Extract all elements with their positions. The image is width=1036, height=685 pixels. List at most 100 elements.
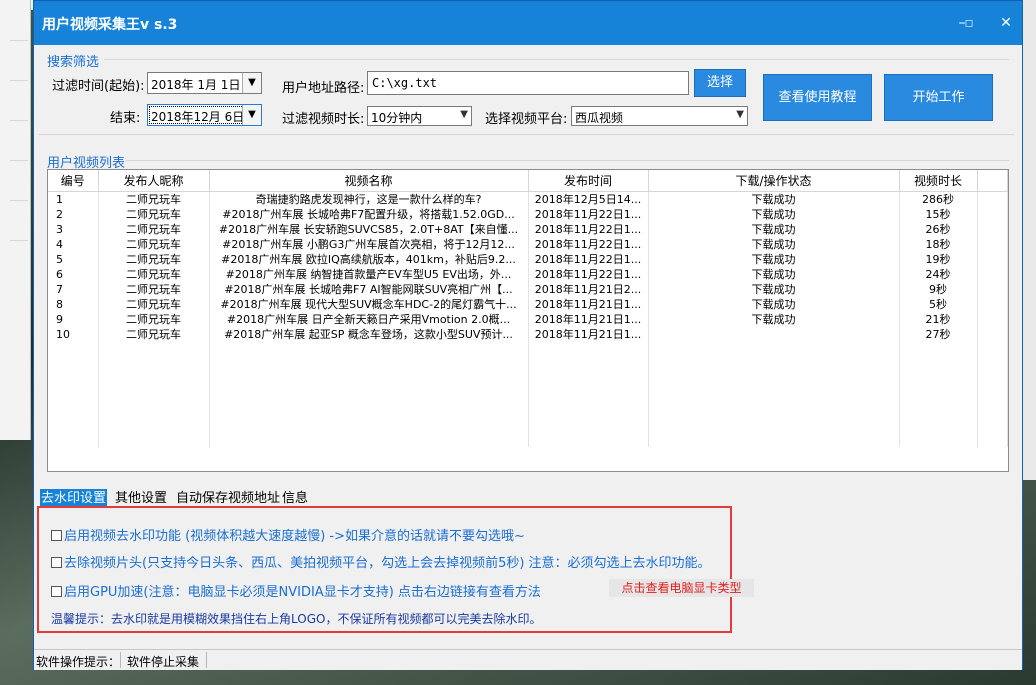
table-cell: 二师兄玩车 (98, 327, 210, 342)
select-path-button[interactable]: 选择 (694, 69, 746, 97)
platform-select[interactable]: 西瓜视频 ▼ (571, 106, 748, 126)
table-cell-empty (899, 372, 978, 387)
table-row[interactable]: 4 二师兄玩车 #2018广州车展 小鹏G3广州车展首次亮相，将于12月12... 2… (48, 237, 1008, 252)
empty-row (48, 342, 1008, 357)
table-row[interactable]: 8 二师兄玩车 #2018广州车展 现代大型SUV概念车HDC-2的尾灯霸气十...… (48, 297, 1008, 312)
empty-row (48, 402, 1008, 417)
table-cell: 9 (48, 312, 99, 327)
start-date-picker[interactable]: 2018年 1月 1日 ▼ (147, 72, 262, 94)
table-cell-empty (209, 432, 529, 447)
video-list-table[interactable]: 编号 发布人昵称 视频名称 发布时间 下载/操作状态 视频时长 1 二师兄玩车 奇瑞… (47, 169, 1009, 472)
table-cell: 2018年11月21日1... (528, 327, 649, 342)
table-cell-empty (528, 432, 649, 447)
table-cell-empty (48, 342, 99, 357)
table-row[interactable]: 5 二师兄玩车 #2018广州车展 欧拉IQ高续航版本，401km，补贴后9.2..… (48, 252, 1008, 267)
table-cell: 5 (48, 252, 99, 267)
table-cell-empty (648, 432, 900, 447)
chevron-down-icon: ▼ (460, 109, 468, 120)
list-group-divider (126, 160, 1009, 161)
option-remove-watermark[interactable]: 启用视频去水印功能 (视频体积越大速度越慢) ->如果介意的话就请不要勾选哦~ (51, 525, 525, 544)
duration-label: 过滤视频时长: (282, 112, 365, 127)
checkbox[interactable] (51, 557, 62, 568)
table-cell-empty (48, 417, 99, 432)
table-cell-empty (528, 372, 649, 387)
table-cell-empty (209, 402, 529, 417)
chevron-down-icon[interactable]: ▼ (242, 105, 261, 125)
empty-row (48, 432, 1008, 447)
close-button[interactable]: ✕ (996, 13, 1016, 33)
filter-group-title: 搜索筛选 (47, 55, 100, 70)
start-work-button[interactable]: 开始工作 (884, 74, 993, 121)
background-scrollbar (1022, 0, 1036, 480)
table-cell: 下载成功 (648, 312, 900, 327)
table-cell-filler (977, 267, 1008, 282)
maximize-button[interactable]: ▫ (959, 13, 979, 33)
path-input[interactable]: C:\xg.txt (367, 71, 689, 95)
option-gpu-accel[interactable]: 启用GPU加速(注意：电脑显卡必须是NVIDIA显卡才支持) 点击右边链接有查看… (51, 581, 541, 600)
table-cell: 10 (48, 327, 99, 342)
table-row[interactable]: 6 二师兄玩车 #2018广州车展 纳智捷首款量产EV车型U5 EV出场，外... 2… (48, 267, 1008, 282)
column-header[interactable]: 视频时长 (899, 170, 978, 192)
table-cell: #2018广州车展 小鹏G3广州车展首次亮相，将于12月12... (209, 237, 529, 252)
table-cell: 奇瑞捷豹路虎发现神行，这是一款什么样的车? (209, 191, 529, 207)
checkbox[interactable] (51, 586, 62, 597)
chevron-down-icon[interactable]: ▼ (242, 73, 261, 93)
empty-row (48, 372, 1008, 387)
table-cell: 2018年11月22日1... (528, 207, 649, 222)
column-header[interactable]: 视频名称 (209, 170, 529, 192)
table-cell-empty (977, 402, 1008, 417)
table-cell-empty (899, 342, 978, 357)
table-cell-empty (899, 357, 978, 372)
table-cell-filler (977, 237, 1008, 252)
duration-select[interactable]: 10分钟内 ▼ (367, 106, 472, 126)
table-cell-empty (209, 387, 529, 402)
option-label: 启用视频去水印功能 (视频体积越大速度越慢) ->如果介意的话就请不要勾选哦~ (64, 529, 525, 544)
table-cell: #2018广州车展 长安轿跑SUVCS85，2.0T+8AT【来自懂... (209, 222, 529, 237)
column-header[interactable]: 编号 (48, 170, 99, 192)
column-header[interactable]: 发布人昵称 (98, 170, 210, 192)
table-cell: 二师兄玩车 (98, 237, 210, 252)
table-cell: 24秒 (899, 267, 978, 282)
gpu-type-link[interactable]: 点击查看电脑显卡类型 (609, 579, 754, 597)
column-header[interactable]: 下载/操作状态 (648, 170, 900, 192)
table-cell-empty (98, 387, 210, 402)
table-cell: #2018广州车展 纳智捷首款量产EV车型U5 EV出场，外... (209, 267, 529, 282)
table-cell: 下载成功 (648, 267, 900, 282)
table-cell-empty (977, 372, 1008, 387)
table-cell-empty (528, 357, 649, 372)
table-cell: 1 (48, 191, 99, 207)
option-remove-intro[interactable]: 去除视频片头(只支持今日头条、西瓜、美拍视频平台，勾选上会去掉视频前5秒) 注意… (51, 552, 711, 571)
table-cell: 下载成功 (648, 222, 900, 237)
table-cell-filler (977, 191, 1008, 207)
table-cell-empty (648, 342, 900, 357)
table-cell: 21秒 (899, 312, 978, 327)
table-row[interactable]: 9 二师兄玩车 #2018广州车展 日产全新天籁日产采用Vmotion 2.0概..… (48, 312, 1008, 327)
table-cell-empty (899, 432, 978, 447)
table-cell: 8 (48, 297, 99, 312)
empty-row (48, 417, 1008, 432)
checkbox[interactable] (51, 530, 62, 541)
filter-group-divider (104, 59, 1009, 60)
table-cell-empty (977, 357, 1008, 372)
table-cell-filler (977, 327, 1008, 342)
table-cell: #2018广州车展 日产全新天籁日产采用Vmotion 2.0概... (209, 312, 529, 327)
table-row[interactable]: 10 二师兄玩车 #2018广州车展 起亚SP 概念车登场，这款小型SUV预计...… (48, 327, 1008, 342)
tutorial-button[interactable]: 查看使用教程 (763, 74, 872, 121)
table-cell-empty (977, 432, 1008, 447)
table-row[interactable]: 3 二师兄玩车 #2018广州车展 长安轿跑SUVCS85，2.0T+8AT【来自懂… (48, 222, 1008, 237)
column-header[interactable]: 发布时间 (528, 170, 649, 192)
table-cell-empty (48, 357, 99, 372)
platform-label: 选择视频平台: (485, 112, 568, 127)
table-cell-filler (977, 252, 1008, 267)
empty-row (48, 357, 1008, 372)
table-cell: 2018年11月21日1... (528, 312, 649, 327)
table-row[interactable]: 7 二师兄玩车 #2018广州车展 长城哈弗F7 AI智能网联SUV亮相广州【...… (48, 282, 1008, 297)
table-row[interactable]: 2 二师兄玩车 #2018广州车展 长城哈弗F7配置升级，将搭载1.52.0GD..… (48, 207, 1008, 222)
table-row[interactable]: 1 二师兄玩车 奇瑞捷豹路虎发现神行，这是一款什么样的车? 2018年12月5日14.… (48, 191, 1008, 207)
table-cell: 15秒 (899, 207, 978, 222)
platform-value: 西瓜视频 (575, 111, 624, 125)
table-cell: 2018年11月21日2... (528, 282, 649, 297)
end-date-picker[interactable]: 2018年12月 6日 ▼ (147, 104, 262, 126)
table-header-row: 编号 发布人昵称 视频名称 发布时间 下载/操作状态 视频时长 (48, 170, 1008, 192)
table-cell-empty (977, 342, 1008, 357)
